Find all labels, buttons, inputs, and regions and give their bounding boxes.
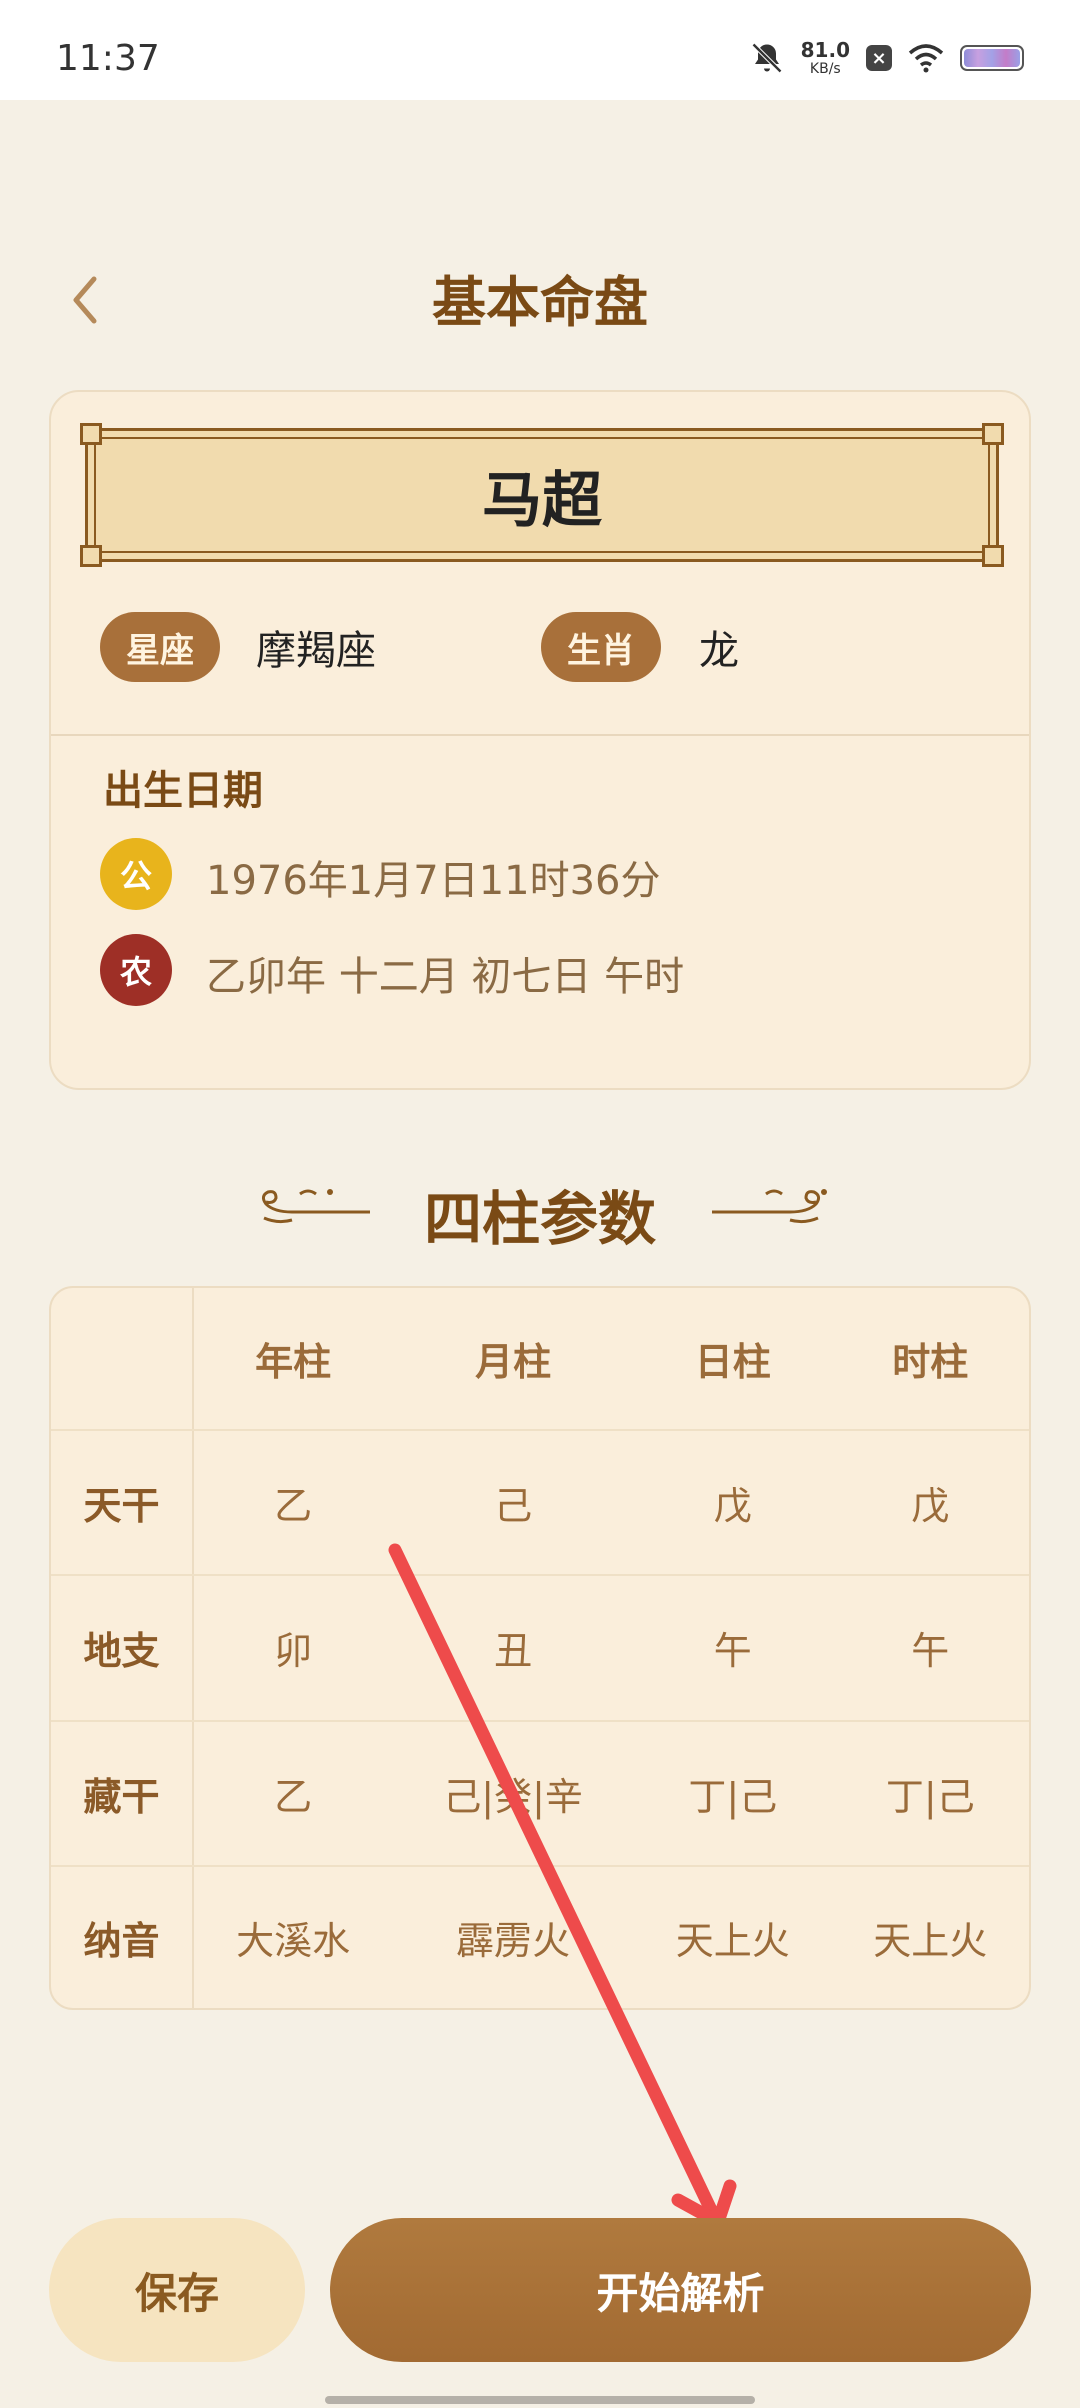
shengxiao-value: 龙 xyxy=(699,628,739,674)
pillars-section-title: 四柱参数 xyxy=(423,1185,656,1253)
net-speed-value: 81.0 xyxy=(800,38,850,62)
table-cell: 霹雳火 xyxy=(456,1918,571,1963)
row-header: 藏干 xyxy=(51,1720,194,1867)
screen: 11:37 81.0 KB/s × 基本命盘 马超 星座 摩羯座 生肖 龙 出生… xyxy=(0,0,1080,2408)
profile-card: 马超 星座 摩羯座 生肖 龙 出生日期 公 1976年1月7日11时36分 农 … xyxy=(49,390,1031,1090)
status-bar: 11:37 81.0 KB/s × xyxy=(0,0,1080,100)
table-cell: 丑 xyxy=(392,1575,635,1722)
mute-icon xyxy=(751,42,782,74)
table-cell: 乙 xyxy=(193,1720,393,1867)
table-cell: 午 xyxy=(831,1575,1029,1722)
table-row: 地支 卯 丑 午 午 xyxy=(51,1575,1029,1722)
status-icons: 81.0 KB/s × xyxy=(749,40,1024,76)
birth-date-label: 出生日期 xyxy=(103,768,263,814)
shengxiao-label: 生肖 xyxy=(541,612,661,682)
table-cell: 戊 xyxy=(634,1430,832,1577)
table-cell: 戊 xyxy=(831,1430,1029,1577)
column-header: 时柱 xyxy=(831,1288,1029,1432)
name-frame: 马超 xyxy=(80,423,1004,567)
table-cell: 乙 xyxy=(193,1430,393,1577)
start-analysis-button[interactable]: 开始解析 xyxy=(330,2218,1031,2362)
table-cell: 大溪水 xyxy=(236,1918,351,1963)
table-cell: 午 xyxy=(634,1575,832,1722)
row-header: 地支 xyxy=(51,1575,194,1722)
page-title: 基本命盘 xyxy=(432,270,648,334)
solar-badge: 公 xyxy=(100,838,172,910)
table-row: 藏干 乙 己|癸|辛 丁|己 丁|己 xyxy=(51,1720,1029,1867)
table-cell: 卯 xyxy=(193,1575,393,1722)
profile-name: 马超 xyxy=(482,465,602,536)
zodiac-value: 摩羯座 xyxy=(256,628,376,674)
x-notification-icon: × xyxy=(866,45,892,71)
battery-icon xyxy=(960,45,1024,71)
wifi-icon xyxy=(908,44,944,73)
pillars-table: 年柱 月柱 日柱 时柱 天干 乙 己 戊 戊 地支 卯 丑 午 午 藏干 乙 己… xyxy=(49,1286,1031,2010)
card-divider xyxy=(51,734,1029,736)
table-cell: 己|癸|辛 xyxy=(392,1720,635,1867)
net-speed-unit: KB/s xyxy=(809,61,841,77)
table-cell: 己 xyxy=(392,1430,635,1577)
table-row: 天干 乙 己 戊 戊 xyxy=(51,1430,1029,1577)
lunar-date: 乙卯年 十二月 初七日 午时 xyxy=(206,954,685,1000)
table-row: 纳音 大溪水 霹雳火 天上火 天上火 xyxy=(51,1865,1029,2008)
solar-date: 1976年1月7日11时36分 xyxy=(206,858,661,904)
table-cell: 天上火 xyxy=(675,1918,790,1963)
table-cell: 丁|己 xyxy=(634,1720,832,1867)
status-time: 11:37 xyxy=(56,38,160,79)
net-speed: 81.0 KB/s xyxy=(801,40,850,76)
row-header: 天干 xyxy=(51,1430,194,1577)
home-indicator[interactable] xyxy=(325,2396,755,2404)
table-cell: 丁|己 xyxy=(831,1720,1029,1867)
column-header: 月柱 xyxy=(392,1288,635,1432)
save-button[interactable]: 保存 xyxy=(49,2218,305,2362)
lunar-badge: 农 xyxy=(100,934,172,1006)
table-cell: 天上火 xyxy=(873,1918,988,1963)
corner-cell xyxy=(51,1288,194,1432)
column-header: 日柱 xyxy=(634,1288,832,1432)
row-header: 纳音 xyxy=(51,1865,194,2008)
column-header: 年柱 xyxy=(193,1288,393,1432)
cloud-ornament-right-icon xyxy=(712,1189,827,1224)
zodiac-label: 星座 xyxy=(100,612,220,682)
pillars-header-row: 年柱 月柱 日柱 时柱 xyxy=(51,1288,1029,1432)
